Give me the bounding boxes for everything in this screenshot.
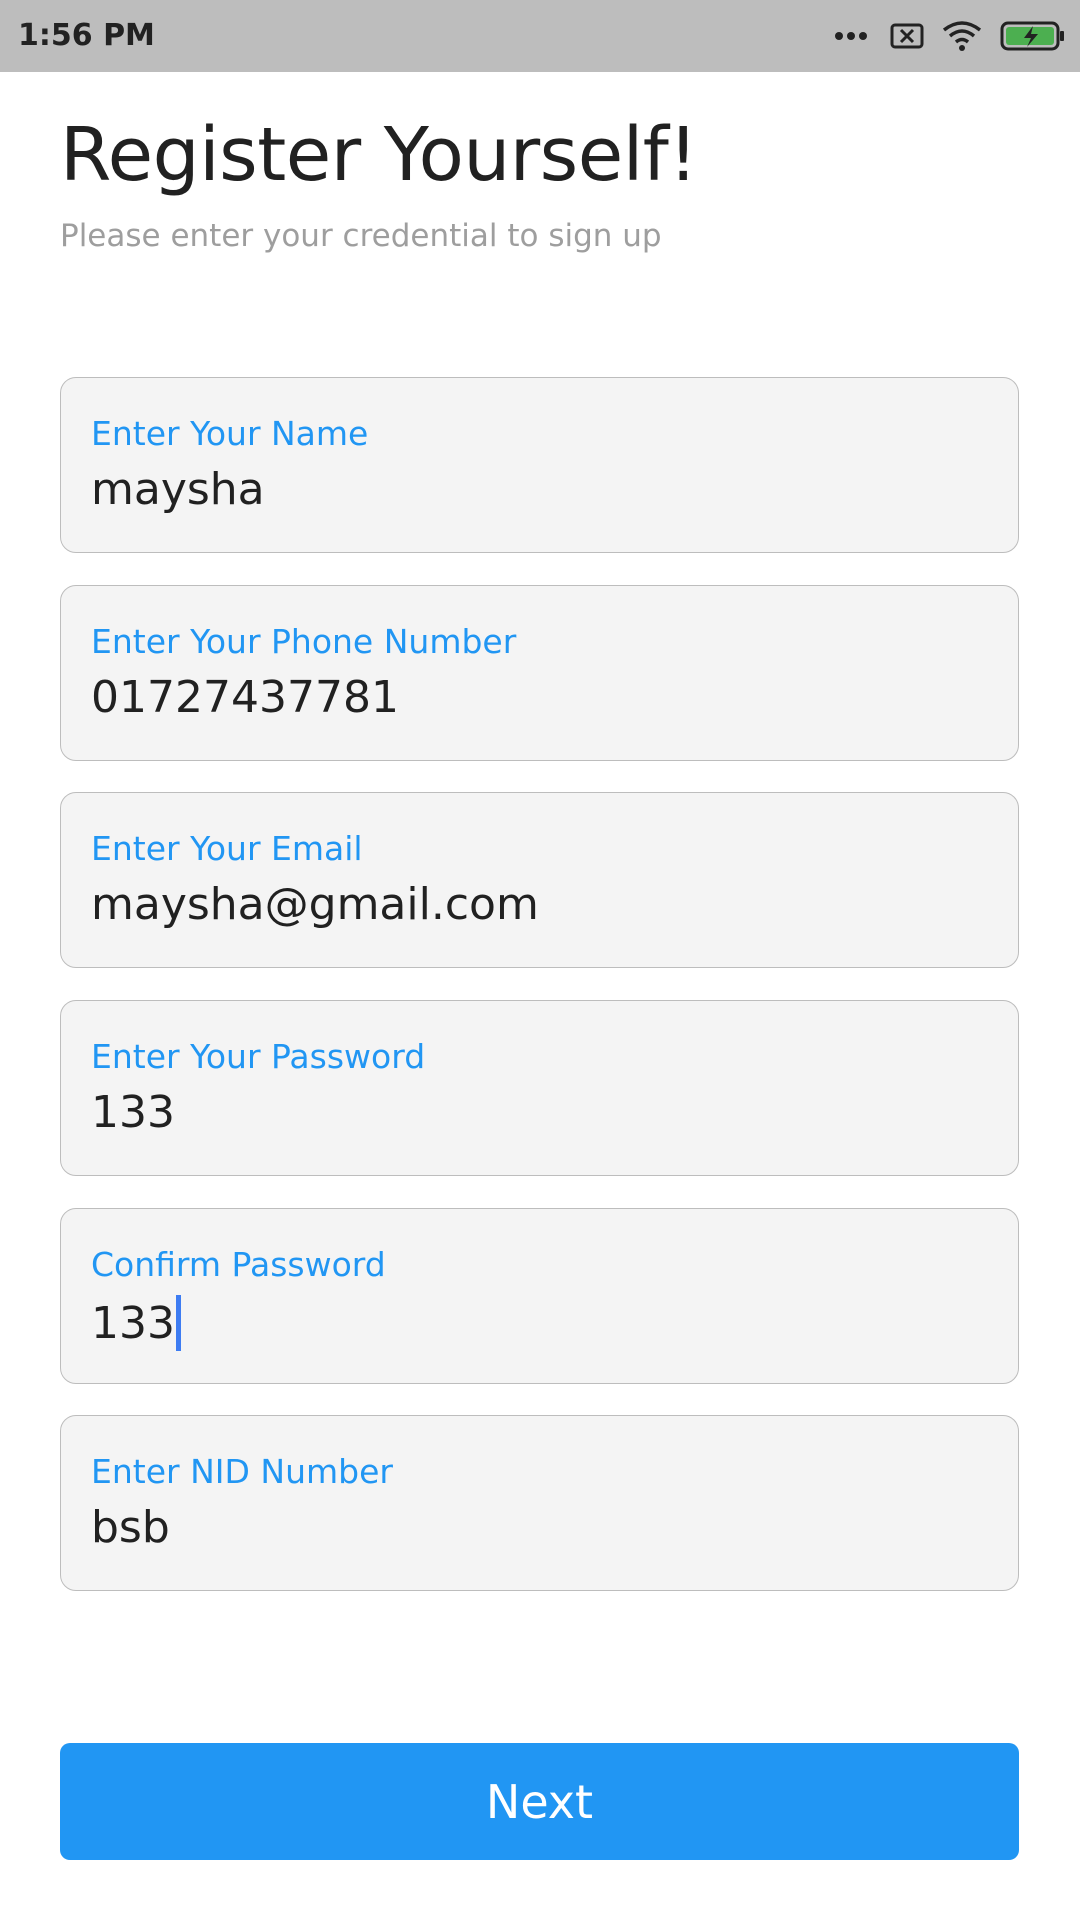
confirm-password-field-value-wrap[interactable]: 133	[91, 1295, 181, 1351]
nid-field-label: Enter NID Number	[91, 1452, 393, 1491]
nid-field[interactable]: Enter NID Number bsb	[60, 1415, 1019, 1591]
text-cursor	[175, 1295, 181, 1351]
wifi-icon	[942, 20, 982, 52]
password-field-value[interactable]: 133	[91, 1087, 175, 1138]
sim-error-icon	[890, 23, 924, 49]
phone-field[interactable]: Enter Your Phone Number 01727437781	[60, 585, 1019, 761]
confirm-password-field-value: 133	[91, 1297, 175, 1349]
phone-field-value[interactable]: 01727437781	[91, 672, 399, 723]
password-field-label: Enter Your Password	[91, 1037, 426, 1076]
page-title: Register Yourself!	[60, 112, 698, 198]
phone-field-label: Enter Your Phone Number	[91, 622, 517, 661]
status-bar: 1:56 PM	[0, 0, 1080, 72]
email-field[interactable]: Enter Your Email maysha@gmail.com	[60, 792, 1019, 968]
nid-field-value[interactable]: bsb	[91, 1502, 170, 1553]
name-field[interactable]: Enter Your Name maysha	[60, 377, 1019, 553]
confirm-password-field-label: Confirm Password	[91, 1245, 386, 1284]
status-icons	[834, 0, 1066, 72]
page-subtitle: Please enter your credential to sign up	[60, 218, 662, 254]
status-time: 1:56 PM	[18, 18, 155, 53]
password-field[interactable]: Enter Your Password 133	[60, 1000, 1019, 1176]
name-field-label: Enter Your Name	[91, 414, 369, 453]
battery-charging-icon	[1000, 21, 1066, 51]
email-field-label: Enter Your Email	[91, 829, 363, 868]
next-button[interactable]: Next	[60, 1743, 1019, 1860]
more-dots-icon	[834, 31, 868, 41]
email-field-value[interactable]: maysha@gmail.com	[91, 879, 539, 930]
name-field-value[interactable]: maysha	[91, 464, 265, 515]
confirm-password-field[interactable]: Confirm Password 133	[60, 1208, 1019, 1384]
